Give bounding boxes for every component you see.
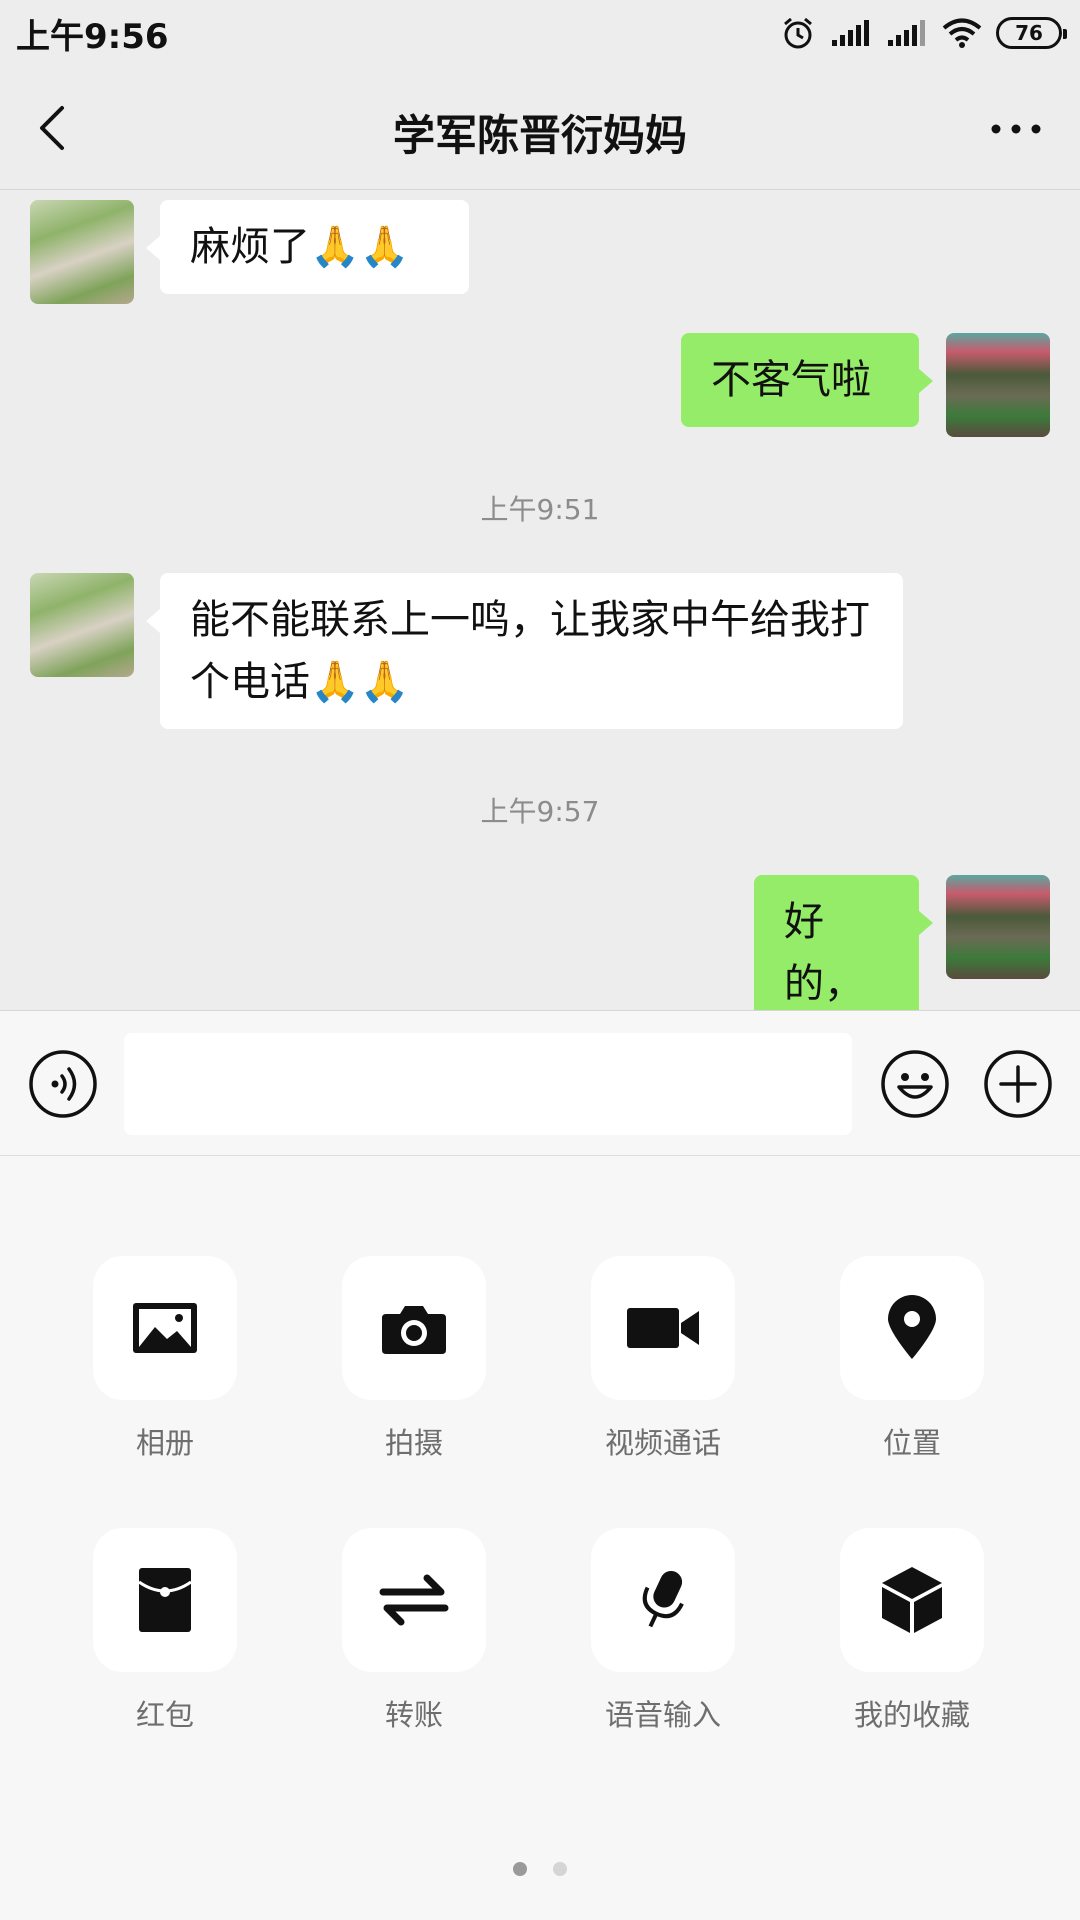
message-bubble-received[interactable]: 能不能联系上一鸣，让我家中午给我打个电话🙏🙏 [146,573,903,729]
message-timestamp: 上午9:51 [480,493,600,526]
panel-tile[interactable] [840,1528,984,1672]
nav-bar: 学军陈晋衍妈妈 [0,66,1080,190]
album-icon [133,1303,197,1353]
video-call-icon [627,1308,699,1348]
camera-icon [382,1306,446,1354]
message-bubble-sent[interactable]: 好的， [754,875,933,1031]
panel-label: 视频通话 [604,1426,721,1460]
panel-item-voice-input[interactable]: 语音输入 [563,1528,763,1734]
panel-label: 相册 [135,1426,194,1460]
panel-item-red-packet[interactable]: 红包 [65,1528,265,1734]
panel-item-camera[interactable]: 拍摄 [314,1256,514,1462]
input-bar [0,1010,1080,1156]
panel-item-location[interactable]: 位置 [812,1256,1012,1462]
signal-icon [832,20,869,46]
voice-input-icon [642,1571,684,1628]
self-avatar[interactable] [946,875,1050,979]
voice-mode-icon[interactable] [28,1049,98,1119]
panel-label: 语音输入 [604,1698,721,1732]
page-indicator [0,1862,1080,1876]
alarm-icon [784,17,812,49]
message-bubble-received[interactable]: 麻烦了🙏🙏 [146,200,469,294]
panel-label: 拍摄 [384,1426,443,1460]
panel-item-album[interactable]: 相册 [65,1256,265,1462]
more-panel: 相册 拍摄 视频通话 位置 红包 转账 语音输入 我的收藏 [0,1156,1080,1920]
chat-area[interactable]: 麻烦了🙏🙏 不客气啦 上午9:51 能不能联系上一鸣，让我家中午给我打个电话🙏🙏… [0,190,1080,1031]
panel-label: 红包 [135,1698,194,1732]
contact-avatar[interactable] [30,573,134,677]
chat-title: 学军陈晋衍妈妈 [392,111,687,160]
plus-icon[interactable] [983,1049,1053,1119]
panel-tile[interactable] [591,1528,735,1672]
red-packet-icon [138,1568,192,1632]
battery-icon: 76 [996,17,1067,49]
status-time: 上午9:56 [16,16,169,57]
self-avatar[interactable] [946,333,1050,437]
status-bar: 上午9:56 76 [0,0,1080,66]
page-dot[interactable] [553,1862,567,1876]
wifi-icon [942,18,982,48]
panel-tile[interactable] [591,1256,735,1400]
panel-label: 我的收藏 [853,1698,970,1732]
contact-avatar[interactable] [30,200,134,304]
message-bubble-sent[interactable]: 不客气啦 [681,333,933,427]
emoji-icon[interactable] [880,1049,950,1119]
panel-tile[interactable] [93,1256,237,1400]
signal-icon-2 [888,20,925,46]
panel-item-transfer[interactable]: 转账 [314,1528,514,1734]
battery-level: 76 [1015,21,1043,45]
panel-tile[interactable] [840,1256,984,1400]
status-icons: 76 [780,15,1067,51]
message-timestamp: 上午9:57 [480,795,600,828]
panel-tile[interactable] [93,1528,237,1672]
panel-tile[interactable] [342,1528,486,1672]
panel-label: 位置 [882,1426,941,1460]
more-icon[interactable] [988,114,1044,144]
favorites-icon [882,1567,942,1633]
transfer-icon [379,1574,449,1626]
panel-label: 转账 [384,1698,443,1732]
page-dot-active[interactable] [513,1862,527,1876]
message-input[interactable] [124,1033,852,1135]
panel-item-favorites[interactable]: 我的收藏 [812,1528,1012,1734]
panel-tile[interactable] [342,1256,486,1400]
location-icon [888,1295,936,1359]
panel-item-video-call[interactable]: 视频通话 [563,1256,763,1462]
